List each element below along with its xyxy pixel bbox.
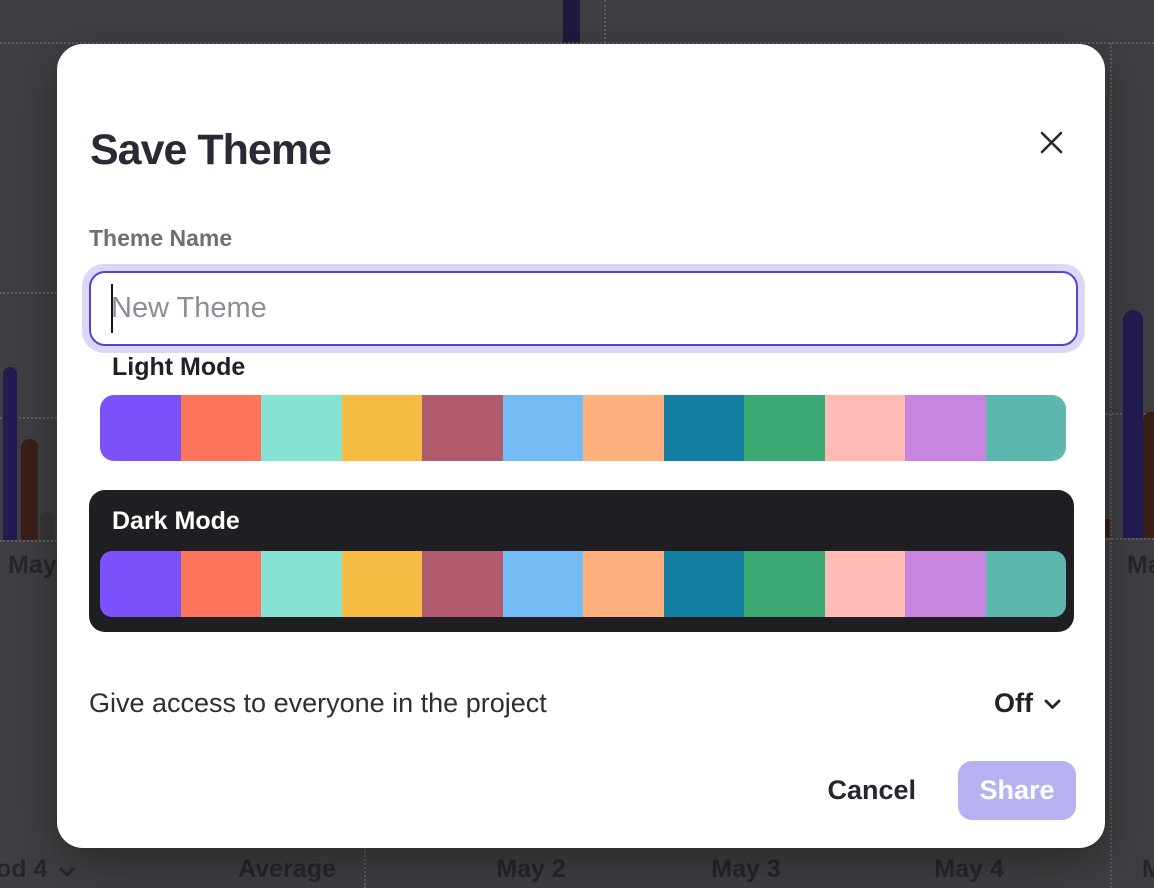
background-bar [21,439,38,540]
chevron-down-icon [59,855,75,884]
dialog-title: Save Theme [90,126,331,175]
chevron-down-icon [1044,694,1061,713]
palette-swatch [825,395,906,461]
palette-swatch [664,551,745,617]
palette-swatch [503,395,584,461]
axis-tick-label: May 2 [496,855,565,884]
period-dropdown: od 4 [0,855,75,884]
palette-swatch [986,395,1067,461]
axis-tick-label: M [1142,855,1154,884]
palette-swatch [905,551,986,617]
palette-swatch [744,551,825,617]
palette-swatch [664,395,745,461]
background-bar [3,367,17,540]
background-bar [1123,310,1143,538]
gridline [364,848,366,888]
background-bar [1143,412,1154,538]
palette-swatch [583,395,664,461]
theme-name-field-wrapper [82,264,1085,353]
palette-swatch [744,395,825,461]
theme-name-label: Theme Name [89,225,232,252]
axis-tick-label: Ma [1127,551,1154,580]
palette-swatch [422,551,503,617]
access-label: Give access to everyone in the project [89,688,547,719]
gridline [0,292,57,294]
palette-swatch [100,395,181,461]
palette-swatch [100,551,181,617]
light-mode-palette [100,395,1066,461]
palette-swatch [342,551,423,617]
dark-mode-card: Dark Mode [89,490,1074,632]
palette-swatch [261,395,342,461]
access-value: Off [994,688,1033,719]
share-button[interactable]: Share [958,761,1076,820]
gridline [604,0,606,43]
theme-name-input[interactable] [89,271,1078,346]
palette-swatch [905,395,986,461]
palette-swatch [342,395,423,461]
dialog-actions: Cancel Share [827,760,1076,820]
palette-swatch [583,551,664,617]
background-bar [40,512,53,540]
access-dropdown[interactable]: Off [994,688,1061,719]
close-button[interactable] [1033,126,1069,162]
access-row: Give access to everyone in the project O… [89,681,1061,725]
palette-swatch [181,551,262,617]
palette-swatch [181,395,262,461]
background-bar [563,0,580,43]
palette-swatch [422,395,503,461]
text-cursor [111,284,113,333]
palette-swatch [503,551,584,617]
palette-swatch [986,551,1067,617]
dark-mode-palette [100,551,1066,617]
gridline [1105,538,1154,540]
palette-swatch [261,551,342,617]
cancel-button[interactable]: Cancel [827,775,916,806]
palette-swatch [825,551,906,617]
dark-mode-label: Dark Mode [112,507,240,536]
save-theme-dialog: Save Theme Theme Name Light Mode Dark Mo… [57,44,1105,848]
axis-tick-label: May 4 [934,855,1003,884]
axis-tick-label: Average [238,855,336,884]
light-mode-label: Light Mode [112,353,245,382]
close-icon [1039,130,1064,158]
axis-tick-label: May 3 [711,855,780,884]
period-label: od 4 [0,855,47,884]
axis-tick-label: May [8,551,57,580]
gridline [1110,43,1112,888]
gridline [0,540,57,542]
